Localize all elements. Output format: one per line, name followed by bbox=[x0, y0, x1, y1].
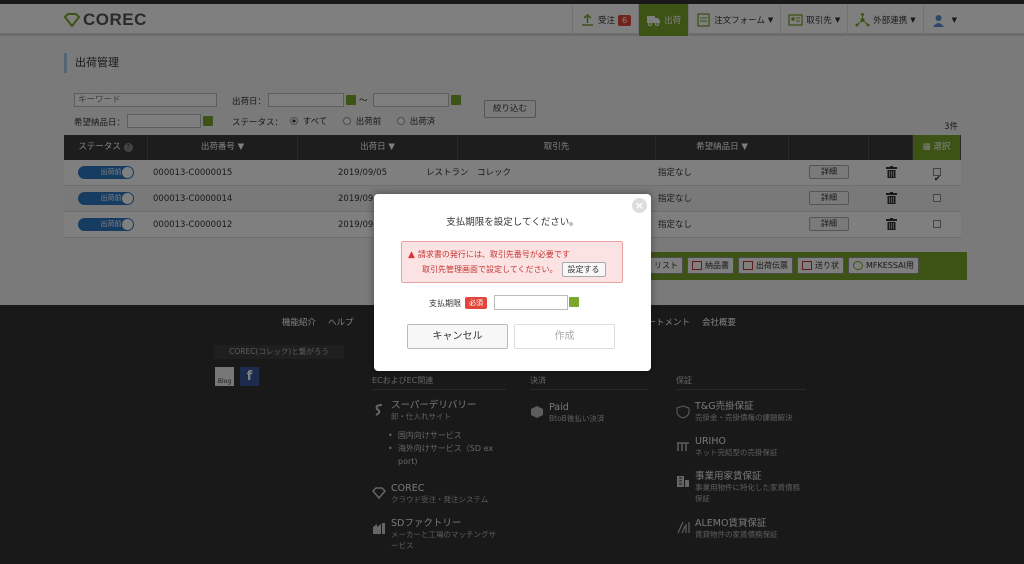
alert-message-2: 取引先管理画面で設定してください。 bbox=[422, 265, 558, 274]
due-date-input[interactable] bbox=[494, 295, 568, 310]
close-icon[interactable]: × bbox=[632, 198, 647, 213]
go-settings-button[interactable]: 設定する bbox=[561, 262, 606, 277]
calendar-icon[interactable] bbox=[569, 297, 579, 307]
payment-due-modal: × 支払期限を設定してください。 ▲ 請求書の発行には、取引先番号が必要です 取引… bbox=[374, 194, 651, 371]
create-button[interactable]: 作成 bbox=[514, 324, 615, 349]
modal-title: 支払期限を設定してください。 bbox=[446, 217, 579, 228]
error-alert: ▲ 請求書の発行には、取引先番号が必要です 取引先管理画面で設定してください。 設… bbox=[401, 241, 623, 283]
alert-message-1: 請求書の発行には、取引先番号が必要です bbox=[417, 250, 570, 259]
cancel-button[interactable]: キャンセル bbox=[407, 324, 508, 349]
due-date-label: 支払期限 bbox=[429, 299, 461, 308]
required-badge: 必須 bbox=[465, 297, 487, 309]
warning-icon: ▲ bbox=[408, 250, 415, 260]
